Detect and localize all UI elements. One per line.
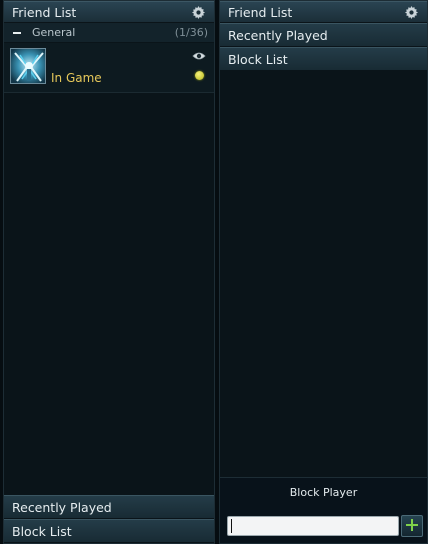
eye-icon[interactable] bbox=[192, 50, 206, 60]
gear-icon[interactable] bbox=[403, 4, 419, 20]
social-window: Friend List General (1/36) In Game Recen… bbox=[0, 0, 428, 544]
group-count: (1/36) bbox=[174, 26, 208, 39]
tab-block-list[interactable]: Block List bbox=[4, 519, 214, 543]
avatar bbox=[10, 48, 46, 84]
friend-list-title: Friend List bbox=[12, 5, 77, 20]
add-block-button[interactable] bbox=[401, 515, 423, 537]
friend-list-item[interactable]: In Game bbox=[4, 43, 214, 93]
friend-group-general[interactable]: General (1/36) bbox=[4, 23, 214, 43]
block-list-panel: Friend List Recently Played Block List B… bbox=[219, 0, 428, 544]
block-player-input[interactable] bbox=[227, 516, 399, 536]
block-player-label: Block Player bbox=[289, 486, 358, 499]
gear-icon[interactable] bbox=[190, 4, 206, 20]
tab-recently-played[interactable]: Recently Played bbox=[220, 23, 427, 47]
friend-list-panel: Friend List General (1/36) In Game Recen… bbox=[3, 0, 215, 544]
tab-block-list[interactable]: Block List bbox=[220, 47, 427, 71]
collapse-icon[interactable] bbox=[13, 32, 21, 34]
friend-list-header[interactable]: Friend List bbox=[220, 1, 427, 23]
friend-status: In Game bbox=[51, 71, 102, 85]
online-status-dot bbox=[195, 71, 204, 80]
text-caret bbox=[231, 519, 232, 533]
block-player-area: Block Player bbox=[220, 477, 427, 543]
tab-recently-played[interactable]: Recently Played bbox=[4, 495, 214, 519]
plus-icon bbox=[405, 518, 419, 535]
left-bottom-tabs: Recently Played Block List bbox=[4, 495, 214, 543]
friend-list-header[interactable]: Friend List bbox=[4, 1, 214, 23]
group-label: General bbox=[32, 26, 76, 39]
friend-list-title: Friend List bbox=[228, 5, 293, 20]
